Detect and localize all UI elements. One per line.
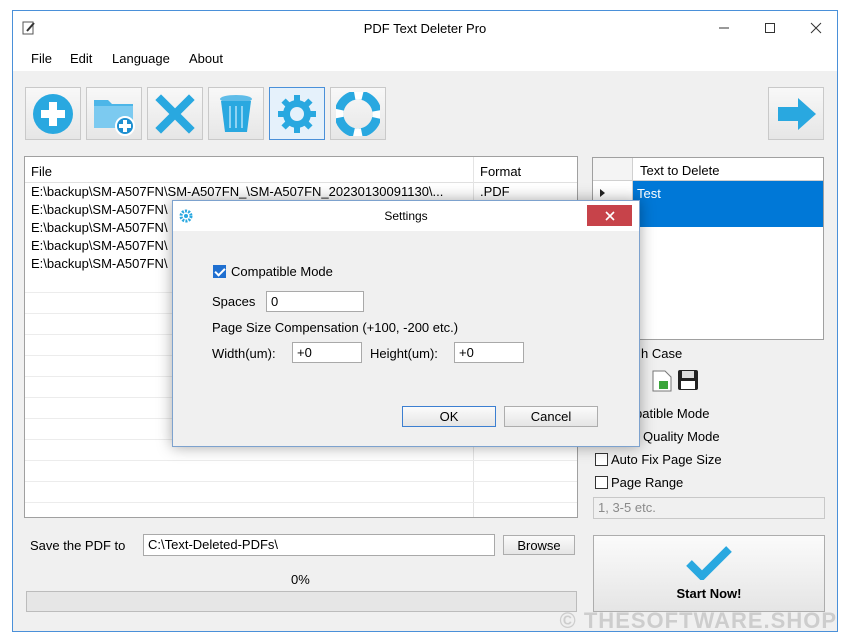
column-header-format[interactable]: Format xyxy=(480,164,521,179)
checkmark-icon xyxy=(686,546,732,580)
add-folder-button[interactable] xyxy=(86,87,142,140)
help-lifebuoy-icon xyxy=(336,91,380,136)
start-now-button[interactable]: Start Now! xyxy=(593,535,825,612)
width-input[interactable]: +0 xyxy=(292,342,362,363)
file-path: E:\backup\SM-A507FN\ xyxy=(31,220,168,235)
title-bar[interactable]: PDF Text Deleter Pro xyxy=(13,11,837,45)
dialog-close-button[interactable] xyxy=(587,205,632,226)
watermark: © THESOFTWARE.SHOP xyxy=(559,608,837,633)
file-format: .PDF xyxy=(480,184,510,199)
spaces-label: Spaces xyxy=(212,294,256,309)
auto-fix-page-size-label[interactable]: Auto Fix Page Size xyxy=(611,452,722,467)
column-header-text[interactable]: Text to Delete xyxy=(633,158,823,181)
dialog-title: Settings xyxy=(384,209,428,223)
add-folder-icon xyxy=(94,99,135,136)
import-button[interactable] xyxy=(651,369,673,393)
menu-bar: File Edit Language About xyxy=(13,45,837,71)
floppy-save-icon xyxy=(678,370,698,390)
menu-language[interactable]: Language xyxy=(112,51,170,66)
file-path: E:\backup\SM-A507FN\ xyxy=(31,238,168,253)
ok-button[interactable]: OK xyxy=(402,406,496,427)
remove-icon xyxy=(155,93,195,134)
page-range-label[interactable]: Page Range xyxy=(611,475,683,490)
close-icon xyxy=(604,210,615,221)
row-header-corner xyxy=(593,158,633,181)
grid-line xyxy=(25,460,577,461)
match-case-label[interactable]: h Case xyxy=(641,346,682,361)
remove-button[interactable] xyxy=(147,87,203,140)
next-button[interactable] xyxy=(768,87,824,140)
page-range-input[interactable]: 1, 3-5 etc. xyxy=(593,497,825,519)
start-now-label: Start Now! xyxy=(676,586,742,601)
page-range-checkbox[interactable] xyxy=(595,476,608,489)
minimize-icon xyxy=(719,27,729,29)
quality-mode-label[interactable]: Quality Mode xyxy=(643,429,720,444)
height-label: Height(um): xyxy=(370,346,438,361)
column-header-file[interactable]: File xyxy=(31,164,52,179)
menu-file[interactable]: File xyxy=(31,51,52,66)
row-pointer-icon xyxy=(600,189,605,197)
table-row[interactable]: Test xyxy=(633,181,823,204)
save-list-button[interactable] xyxy=(677,369,701,393)
height-input[interactable]: +0 xyxy=(454,342,524,363)
dialog-title-bar[interactable]: Settings xyxy=(173,201,639,231)
cancel-button[interactable]: Cancel xyxy=(504,406,598,427)
page-size-compensation-label: Page Size Compensation (+100, -200 etc.) xyxy=(212,320,459,335)
grid-line xyxy=(25,481,577,482)
file-path: E:\backup\SM-A507FN\SM-A507FN_\SM-A507FN… xyxy=(31,184,444,199)
add-files-button[interactable] xyxy=(25,87,81,140)
settings-button[interactable] xyxy=(269,87,325,140)
add-icon xyxy=(33,93,73,134)
compatible-mode-label[interactable]: Compatible Mode xyxy=(231,264,333,279)
compatible-mode-label[interactable]: patible Mode xyxy=(635,406,709,421)
output-path-input[interactable]: C:\Text-Deleted-PDFs\ xyxy=(143,534,495,556)
width-label: Width(um): xyxy=(212,346,276,361)
maximize-button[interactable] xyxy=(747,11,793,45)
help-button[interactable] xyxy=(330,87,386,140)
grid-line xyxy=(25,502,577,503)
import-file-icon xyxy=(652,370,672,392)
text-cell: Test xyxy=(637,186,661,201)
menu-edit[interactable]: Edit xyxy=(70,51,92,66)
file-path: E:\backup\SM-A507FN\ xyxy=(31,256,168,271)
progress-text: 0% xyxy=(291,572,310,587)
trash-icon xyxy=(220,94,252,132)
close-icon xyxy=(810,22,822,34)
progress-bar xyxy=(26,591,577,612)
file-path: E:\backup\SM-A507FN\ xyxy=(31,202,168,217)
menu-about[interactable]: About xyxy=(189,51,223,66)
save-to-label: Save the PDF to xyxy=(30,538,126,553)
maximize-icon xyxy=(765,23,775,33)
minimize-button[interactable] xyxy=(701,11,747,45)
column-header-label: Text to Delete xyxy=(640,163,720,178)
gear-icon xyxy=(278,94,316,133)
file-table-header: File Format xyxy=(25,157,577,183)
settings-dialog: Settings Compatible Mode Spaces 0 Page S… xyxy=(172,200,640,447)
spaces-input[interactable]: 0 xyxy=(266,291,364,312)
clear-all-button[interactable] xyxy=(208,87,264,140)
close-button[interactable] xyxy=(793,11,839,45)
auto-fix-page-size-checkbox[interactable] xyxy=(595,453,608,466)
compatible-mode-checkbox[interactable] xyxy=(213,265,226,278)
arrow-right-icon xyxy=(778,97,816,130)
table-row[interactable] xyxy=(633,204,823,227)
browse-button[interactable]: Browse xyxy=(503,535,575,555)
